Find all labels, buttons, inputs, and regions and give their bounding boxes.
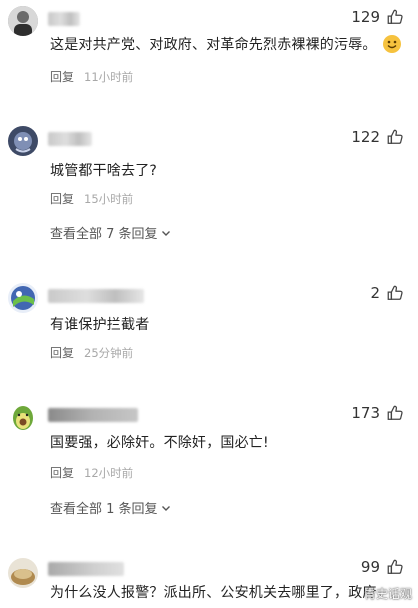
comment-meta: 回复 25分钟前: [50, 344, 133, 361]
comment-meta: 回复 12小时前: [50, 464, 133, 481]
comment-text: 国要强，必除奸。不除奸，国必亡!: [50, 435, 269, 451]
timestamp: 25分钟前: [84, 345, 134, 360]
username-blurred[interactable]: [48, 12, 80, 26]
timestamp: 11小时前: [84, 69, 134, 84]
username-blurred[interactable]: [48, 562, 124, 576]
reply-button[interactable]: 回复: [50, 190, 74, 207]
comment-text: 为什么没人报警？派出所、公安机关去哪里了，政府: [50, 585, 377, 601]
like-button[interactable]: 173: [351, 404, 404, 422]
comment-text: 城管都干啥去了?: [50, 163, 158, 179]
comment-text-body: 这是对共产党、对政府、对革命先烈赤裸裸的污辱。: [50, 37, 377, 53]
like-count: 129: [351, 8, 380, 26]
chevron-down-icon: [161, 505, 170, 511]
avatar-image: [8, 6, 38, 36]
like-count: 173: [351, 404, 380, 422]
comment-item: 173 国要强，必除奸。不除奸，国必亡! 回复 12小时前 查看全部 1 条回复: [0, 396, 418, 536]
avatar-image: [8, 558, 38, 588]
avatar[interactable]: [8, 558, 38, 588]
thumbs-up-icon: [387, 129, 403, 144]
like-count: 99: [360, 558, 380, 576]
avatar[interactable]: [8, 402, 38, 432]
view-all-replies-label: 查看全部 1 条回复: [50, 502, 158, 517]
comment-item: 2 有谁保护拦截者 回复 25分钟前: [0, 278, 418, 378]
timestamp: 15小时前: [84, 191, 134, 206]
reply-button[interactable]: 回复: [50, 68, 74, 85]
thumbs-up-icon: [387, 285, 403, 300]
like-button[interactable]: 129: [351, 8, 404, 26]
view-all-replies-link[interactable]: 查看全部 1 条回复: [50, 498, 171, 517]
like-button[interactable]: 122: [351, 128, 404, 146]
comment-meta: 回复 15小时前: [50, 190, 133, 207]
thumbs-up-icon: [387, 9, 403, 24]
like-button[interactable]: 2: [370, 284, 404, 302]
avatar-image: [8, 402, 38, 432]
view-all-replies-label: 查看全部 7 条回复: [50, 227, 158, 242]
comment-item: 99 为什么没人报警？派出所、公安机关去哪里了，政府: [0, 554, 418, 608]
thumbs-up-icon: [387, 559, 403, 574]
comment-meta: 回复 11小时前: [50, 68, 133, 85]
like-count: 2: [370, 284, 380, 302]
watermark: 青史话观: [363, 587, 412, 601]
avatar-image: [8, 283, 38, 313]
avatar[interactable]: [8, 126, 38, 156]
thumbs-up-icon: [387, 405, 403, 420]
reply-button[interactable]: 回复: [50, 344, 74, 361]
username-blurred[interactable]: [48, 408, 138, 422]
like-count: 122: [351, 128, 380, 146]
comment-item: 122 城管都干啥去了? 回复 15小时前 查看全部 7 条回复: [0, 120, 418, 260]
comment-text: 这是对共产党、对政府、对革命先烈赤裸裸的污辱。: [50, 34, 401, 54]
username-blurred[interactable]: [48, 289, 144, 303]
username-blurred[interactable]: [48, 132, 92, 146]
comment-text: 有谁保护拦截者: [50, 317, 150, 333]
reply-button[interactable]: 回复: [50, 464, 74, 481]
comment-item: 129 这是对共产党、对政府、对革命先烈赤裸裸的污辱。 回复 11小时前: [0, 0, 418, 100]
chevron-down-icon: [161, 230, 170, 236]
avatar[interactable]: [8, 283, 38, 313]
smiling-face-emoji-icon: [382, 35, 401, 53]
avatar-image: [8, 126, 38, 156]
avatar[interactable]: [8, 6, 38, 36]
view-all-replies-link[interactable]: 查看全部 7 条回复: [50, 223, 171, 242]
timestamp: 12小时前: [84, 465, 134, 480]
like-button[interactable]: 99: [361, 558, 404, 576]
